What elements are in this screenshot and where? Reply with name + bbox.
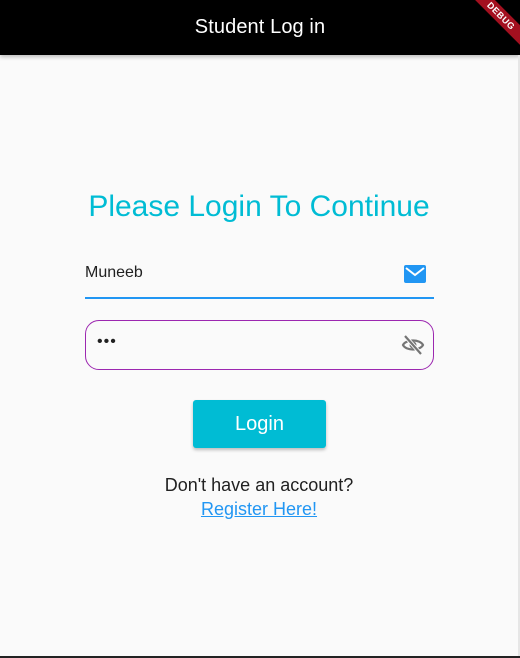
no-account-text: Don't have an account? [164, 475, 354, 495]
app-bar-title: Student Log in [194, 16, 326, 38]
page-heading: Please Login To Continue [88, 190, 430, 223]
password-field-value[interactable]: ••• [97, 333, 117, 351]
login-button[interactable]: Login [193, 400, 326, 448]
register-link-row: Register Here! [0, 499, 518, 520]
visibility-off-icon[interactable] [401, 334, 425, 356]
password-field[interactable]: ••• [85, 320, 434, 370]
email-field-value[interactable]: Muneeb [85, 264, 143, 282]
register-link[interactable]: Register Here! [201, 499, 317, 519]
email-field[interactable]: Muneeb [85, 252, 434, 299]
mail-icon [404, 265, 426, 283]
app-bar: Student Log in [0, 0, 520, 55]
